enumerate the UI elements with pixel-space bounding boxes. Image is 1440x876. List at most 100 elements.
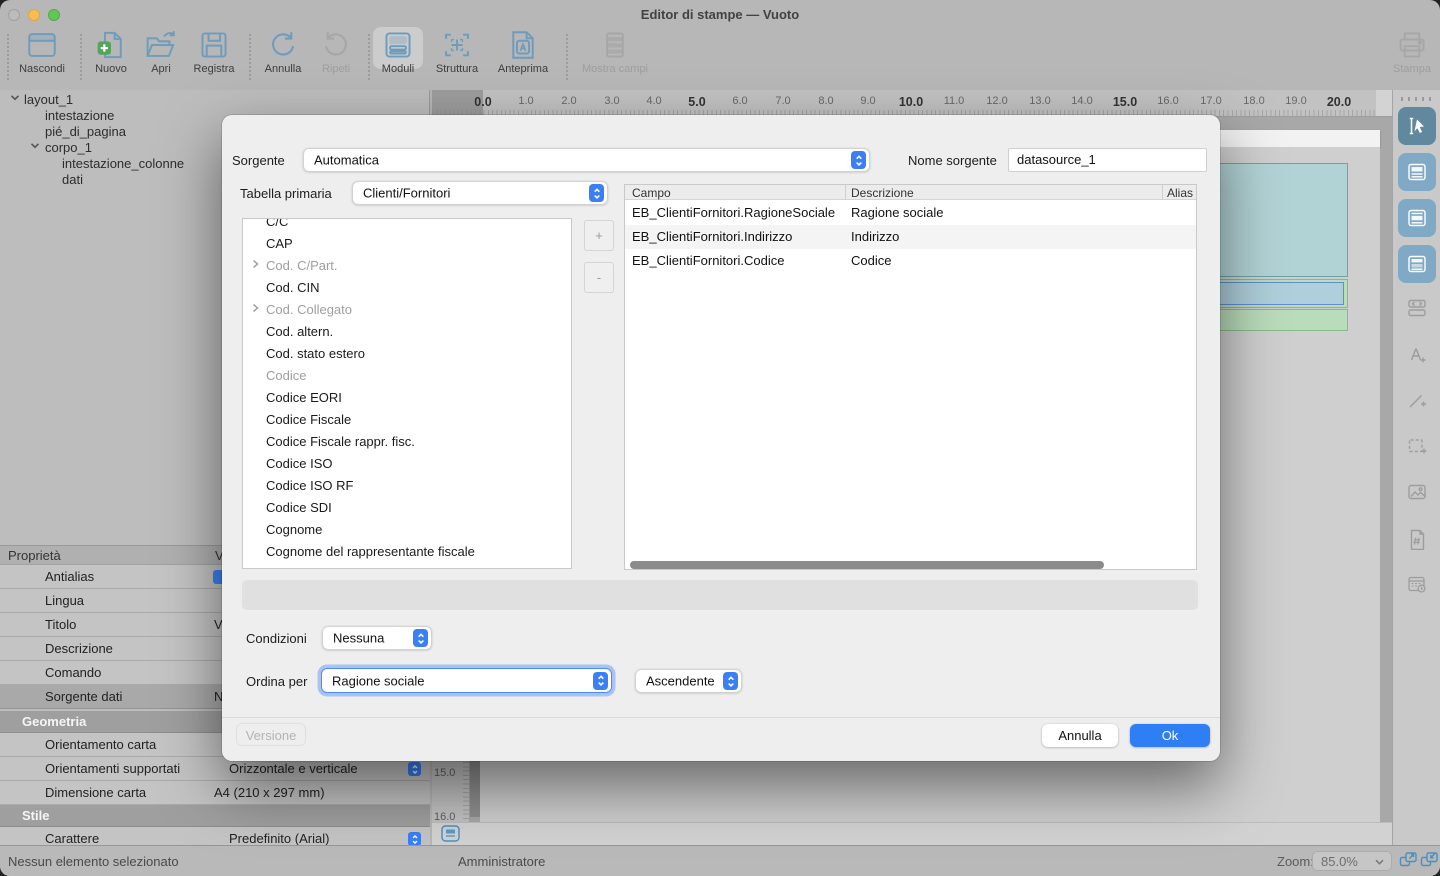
horizontal-scrollbar[interactable] xyxy=(630,561,1104,569)
titlebar[interactable]: Editor di stampe — Vuoto xyxy=(0,0,1440,28)
available-fields-list[interactable]: C/C CAP Cod. C/Part. Cod. CIN Cod. Colle… xyxy=(242,218,572,569)
page-navigator-icon[interactable] xyxy=(441,825,460,842)
select-tool[interactable] xyxy=(1398,107,1436,145)
source-select-value: Automatica xyxy=(314,153,379,168)
field-item[interactable]: Cognome xyxy=(243,519,571,541)
page-number-icon xyxy=(1405,526,1429,550)
tree-item-corpo1[interactable]: corpo_1 xyxy=(45,140,92,155)
save-icon xyxy=(197,28,231,62)
band-icon xyxy=(1405,160,1429,184)
toolbar-button-label: Nascondi xyxy=(10,63,74,75)
order-by-value: Ragione sociale xyxy=(332,673,425,688)
conditions-value: Nessuna xyxy=(333,631,384,646)
conditions-select[interactable]: Nessuna xyxy=(322,626,432,650)
toolbar-button-nascondi[interactable]: Nascondi xyxy=(10,28,74,75)
band-tool-1[interactable] xyxy=(1398,153,1436,191)
zoom-label: Zoom: xyxy=(1277,854,1314,869)
toolbar: Nascondi Nuovo Apri Registra xyxy=(0,26,1440,90)
chevron-right-icon[interactable] xyxy=(252,259,259,269)
order-direction-value: Ascendente xyxy=(646,674,715,689)
order-by-select[interactable]: Ragione sociale xyxy=(321,668,612,693)
field-item[interactable]: Codice Fiscale rappr. fisc. xyxy=(243,431,571,453)
table-row[interactable]: EB_ClientiFornitori.RagioneSocialeRagion… xyxy=(625,201,1196,225)
toolbar-button-struttura[interactable]: Struttura xyxy=(425,28,489,75)
field-item[interactable]: C/C xyxy=(243,218,571,233)
table-row[interactable]: EB_ClientiFornitori.CodiceCodice xyxy=(625,249,1196,273)
stepper-icon xyxy=(413,629,428,647)
selected-fields-table[interactable]: Campo Descrizione Alias EB_ClientiFornit… xyxy=(624,184,1197,570)
field-item[interactable]: Cod. altern. xyxy=(243,321,571,343)
tree-item-intestazione[interactable]: intestazione xyxy=(45,108,114,123)
field-item[interactable]: Codice xyxy=(243,365,571,387)
field-item[interactable]: Cod. CIN xyxy=(243,277,571,299)
field-tool xyxy=(1398,289,1436,327)
tree-item-intestazione-colonne[interactable]: intestazione_colonne xyxy=(62,156,184,171)
status-selection-text: Nessun elemento selezionato xyxy=(8,854,179,869)
stepper-icon[interactable] xyxy=(408,832,421,846)
date-tool xyxy=(1398,565,1436,603)
canvas-scroll-strip[interactable] xyxy=(432,822,1392,845)
field-item[interactable]: CAP xyxy=(243,233,571,255)
toolbar-button-moduli[interactable]: Moduli xyxy=(366,28,430,75)
field-item[interactable]: Codice Fiscale xyxy=(243,409,571,431)
order-direction-select[interactable]: Ascendente xyxy=(635,669,742,693)
column-header-campo[interactable]: Campo xyxy=(632,186,671,200)
field-item[interactable]: Codice SDI xyxy=(243,497,571,519)
field-icon xyxy=(1405,296,1429,320)
ruler-number: 16.0 xyxy=(1151,95,1185,107)
ok-button[interactable]: Ok xyxy=(1130,724,1210,747)
status-bar: Nessun elemento selezionato Amministrato… xyxy=(0,845,1440,876)
field-item[interactable]: Codice EORI xyxy=(243,387,571,409)
toolbar-button-label: Mostra campi xyxy=(578,63,652,75)
chevron-right-icon[interactable] xyxy=(252,303,259,313)
right-tool-panel xyxy=(1392,90,1440,845)
remove-field-button[interactable]: - xyxy=(584,262,614,293)
field-item[interactable]: Cognome del rappresentante fiscale xyxy=(243,541,571,563)
ruler-number: 4.0 xyxy=(637,95,671,107)
checkbox-partial-icon[interactable] xyxy=(213,570,222,584)
column-divider xyxy=(1162,185,1163,200)
ruler-number: 8.0 xyxy=(809,95,843,107)
field-item[interactable]: Codice ISO xyxy=(243,453,571,475)
add-field-button[interactable]: + xyxy=(584,220,614,251)
source-select[interactable]: Automatica xyxy=(303,148,870,172)
tree-item-dati[interactable]: dati xyxy=(62,172,83,187)
toolbar-button-anteprima[interactable]: Anteprima xyxy=(491,28,555,75)
toolbar-button-label: Ripeti xyxy=(304,63,368,75)
column-header-descrizione[interactable]: Descrizione xyxy=(851,186,914,200)
field-item[interactable]: Codice ISO RF xyxy=(243,475,571,497)
chevron-down-icon[interactable] xyxy=(30,142,40,149)
zoom-fit-page-icon[interactable] xyxy=(1399,851,1418,869)
tree-item-pie-di-pagina[interactable]: pié_di_pagina xyxy=(45,124,126,139)
print-icon xyxy=(1395,28,1429,62)
stepper-icon[interactable] xyxy=(408,762,421,776)
panel-drag-handle[interactable] xyxy=(1401,97,1433,101)
source-name-input[interactable]: datasource_1 xyxy=(1008,148,1207,172)
zoom-dropdown[interactable]: 85.0% xyxy=(1312,851,1392,871)
cancel-button[interactable]: Annulla xyxy=(1042,724,1118,747)
ruler-number: 13.0 xyxy=(1023,95,1057,107)
ruler-number: 17.0 xyxy=(1194,95,1228,107)
stepper-icon xyxy=(851,151,866,169)
ruler-endcap xyxy=(1376,90,1392,117)
status-user-text: Amministratore xyxy=(458,854,545,869)
chevron-down-icon[interactable] xyxy=(10,94,20,101)
toolbar-button-mostra-campi: Mostra campi xyxy=(578,28,652,75)
zoom-fit-width-icon[interactable] xyxy=(1420,851,1439,869)
toolbar-button-ripeti: Ripeti xyxy=(304,28,368,75)
tree-item-layout1[interactable]: layout_1 xyxy=(24,92,73,107)
band-tool-3[interactable] xyxy=(1398,245,1436,283)
column-header-alias[interactable]: Alias xyxy=(1167,186,1193,200)
window-title: Editor di stampe — Vuoto xyxy=(0,7,1440,22)
field-item[interactable]: Cod. Collegato xyxy=(243,299,571,321)
primary-table-select[interactable]: Clienti/Fornitori xyxy=(352,181,608,205)
horizontal-ruler: 0.0 1.0 2.0 3.0 4.0 5.0 6.0 7.0 8.0 9.0 … xyxy=(432,90,1376,117)
toolbar-button-registra[interactable]: Registra xyxy=(182,28,246,75)
field-item[interactable]: Cod. C/Part. xyxy=(243,255,571,277)
property-row[interactable]: Dimensione carta A4 (210 x 297 mm) xyxy=(0,781,430,805)
primary-table-label: Tabella primaria xyxy=(240,186,332,201)
band-tool-2[interactable] xyxy=(1398,199,1436,237)
table-row[interactable]: EB_ClientiFornitori.IndirizzoIndirizzo xyxy=(625,225,1196,249)
structure-icon xyxy=(440,28,474,62)
field-item[interactable]: Cod. stato estero xyxy=(243,343,571,365)
